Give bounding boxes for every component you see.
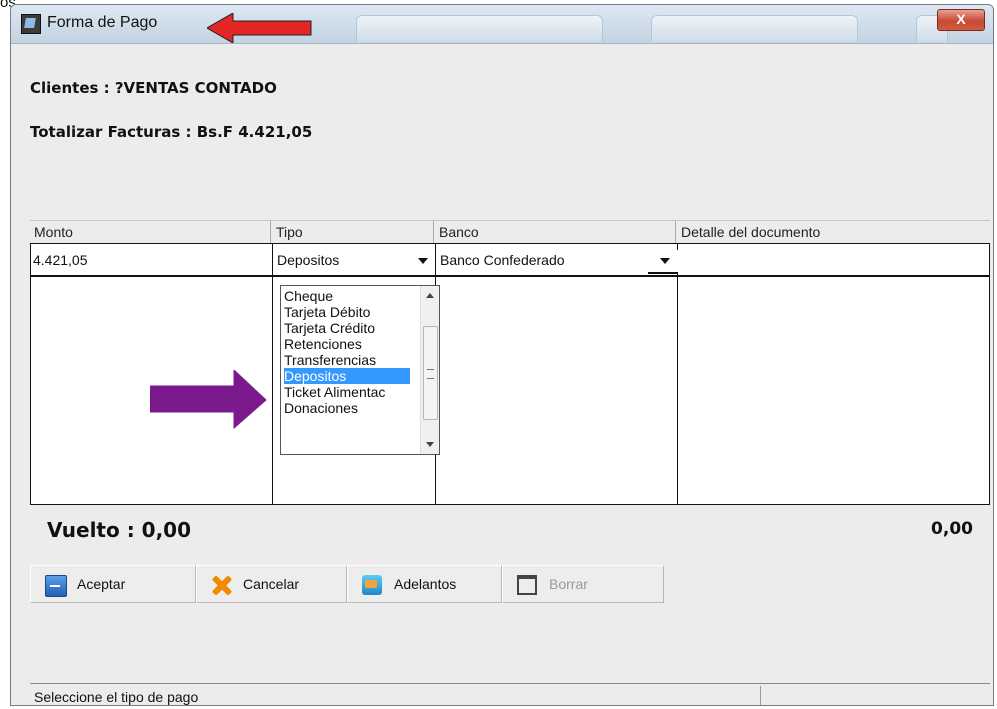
- status-panel: [760, 686, 991, 705]
- dropdown-option[interactable]: Tarjeta Crédito: [284, 320, 410, 336]
- scroll-thumb[interactable]: [423, 326, 438, 420]
- scroll-down-icon[interactable]: [426, 442, 434, 447]
- forma-de-pago-window: Forma de Pago X Clientes : ?VENTAS CONTA…: [10, 4, 994, 706]
- red-arrow-annotation: [207, 13, 312, 43]
- dropdown-option[interactable]: Donaciones: [284, 400, 410, 416]
- dropdown-option-selected[interactable]: Depositos: [284, 368, 410, 384]
- status-bar: Seleccione el tipo de pago: [30, 683, 991, 705]
- tipo-dropdown-list[interactable]: Cheque Tarjeta Débito Tarjeta Crédito Re…: [280, 285, 440, 455]
- dropdown-option[interactable]: Cheque: [284, 288, 410, 304]
- header-separator[interactable]: [675, 221, 676, 243]
- header-separator[interactable]: [433, 221, 434, 243]
- glass-decoration: [651, 15, 858, 42]
- chevron-down-icon[interactable]: [660, 258, 670, 264]
- title-bar: Forma de Pago X: [11, 5, 993, 44]
- column-line: [272, 244, 273, 504]
- app-icon: [21, 14, 41, 34]
- header-separator[interactable]: [270, 221, 271, 243]
- tipo-combo[interactable]: Depositos: [275, 250, 432, 272]
- column-line: [677, 244, 678, 504]
- cancel-x-icon: [211, 575, 231, 595]
- table-row[interactable]: 4.421,05 Depositos Banco Confederado: [31, 244, 989, 277]
- adelantos-button[interactable]: Adelantos: [347, 565, 502, 603]
- window-title: Forma de Pago: [47, 14, 158, 31]
- cancelar-button[interactable]: Cancelar: [196, 565, 347, 603]
- borrar-button[interactable]: Borrar: [502, 565, 664, 603]
- glass-decoration: [356, 15, 603, 42]
- purple-arrow-annotation: [150, 370, 267, 430]
- enter-icon: [45, 575, 67, 597]
- header-detalle[interactable]: Detalle del documento: [681, 224, 820, 240]
- tipo-value: Depositos: [277, 252, 340, 268]
- adelantos-icon: [362, 575, 382, 595]
- totalizar-label: Totalizar Facturas : Bs.F 4.421,05: [30, 123, 313, 141]
- banco-combo[interactable]: Banco Confederado: [438, 250, 678, 274]
- chevron-down-icon[interactable]: [418, 258, 428, 264]
- status-text: Seleccione el tipo de pago: [34, 689, 199, 705]
- dropdown-scrollbar[interactable]: [420, 286, 439, 454]
- trash-icon: [517, 575, 537, 595]
- aceptar-button[interactable]: Aceptar: [30, 565, 196, 603]
- grid-header: Monto Tipo Banco Detalle del documento: [30, 220, 990, 243]
- dropdown-option[interactable]: Retenciones: [284, 336, 410, 352]
- combo-underline: [648, 272, 678, 274]
- dropdown-option[interactable]: Tarjeta Débito: [284, 304, 410, 320]
- aceptar-label: Aceptar: [77, 576, 126, 592]
- header-tipo[interactable]: Tipo: [276, 224, 303, 240]
- header-monto[interactable]: Monto: [34, 224, 73, 240]
- cancelar-label: Cancelar: [243, 576, 300, 592]
- cliente-label: Clientes : ?VENTAS CONTADO: [30, 79, 277, 97]
- dropdown-option[interactable]: Ticket Alimentac: [284, 384, 410, 400]
- dropdown-option[interactable]: Transferencias: [284, 352, 410, 368]
- vuelto-total: 0,00: [931, 519, 973, 539]
- header-banco[interactable]: Banco: [439, 224, 479, 240]
- grip-icon: [427, 369, 434, 379]
- scroll-up-icon[interactable]: [426, 293, 434, 298]
- borrar-label: Borrar: [549, 576, 588, 592]
- monto-cell[interactable]: 4.421,05: [33, 252, 88, 268]
- vuelto-label: Vuelto : 0,00: [47, 518, 191, 542]
- close-button[interactable]: X: [937, 9, 985, 31]
- banco-value: Banco Confederado: [440, 252, 565, 268]
- adelantos-label: Adelantos: [394, 576, 457, 592]
